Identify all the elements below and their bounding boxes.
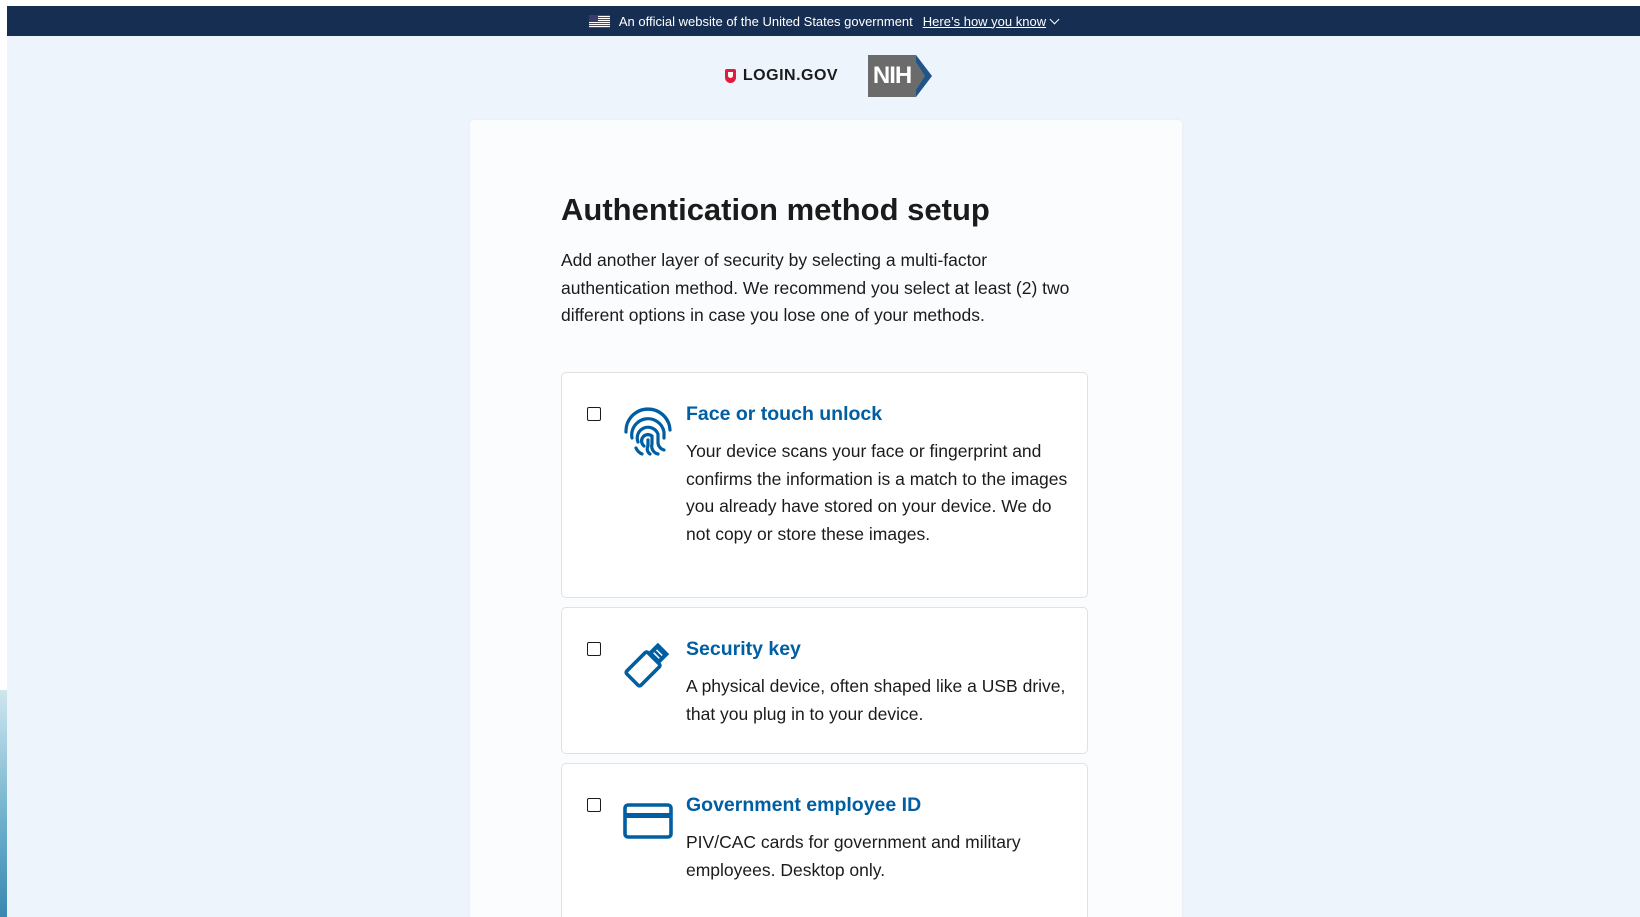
login-gov-logo-text: LOGIN.GOV <box>742 67 839 84</box>
option-description: Your device scans your face or fingerpri… <box>686 441 1068 544</box>
option-face-or-touch-unlock[interactable]: Face or touch unlock Your device scans y… <box>561 372 1088 598</box>
header-logos: LOGIN.GOV NIH <box>7 54 1640 98</box>
security-key-checkbox[interactable] <box>587 642 601 656</box>
login-gov-logo[interactable]: LOGIN.GOV <box>724 67 839 85</box>
gov-banner-text: An official website of the United States… <box>618 13 913 29</box>
main-card: Authentication method setup Add another … <box>470 120 1182 917</box>
gov-banner: An official website of the United States… <box>7 6 1640 36</box>
option-title[interactable]: Government employee ID <box>686 794 921 817</box>
face-touch-checkbox[interactable] <box>587 407 601 421</box>
option-description: A physical device, often shaped like a U… <box>686 676 1066 724</box>
nih-chevron-icon <box>916 55 933 97</box>
us-flag-icon <box>588 14 610 28</box>
id-card-icon <box>623 803 673 839</box>
option-description: PIV/CAC cards for government and militar… <box>686 832 1021 880</box>
nih-logo: NIH <box>868 55 933 97</box>
page-title: Authentication method setup <box>561 192 990 227</box>
option-security-key[interactable]: Security key A physical device, often sh… <box>561 607 1088 754</box>
chevron-down-icon[interactable] <box>1049 14 1060 24</box>
government-id-checkbox[interactable] <box>587 798 601 812</box>
option-title[interactable]: Security key <box>686 638 801 661</box>
fingerprint-icon <box>624 407 672 456</box>
heres-how-you-know-link[interactable]: Here’s how you know <box>923 14 1046 29</box>
option-title[interactable]: Face or touch unlock <box>686 403 882 426</box>
shield-icon <box>724 69 736 83</box>
page-intro: Add another layer of security by selecti… <box>561 250 1070 325</box>
option-government-employee-id[interactable]: Government employee ID PIV/CAC cards for… <box>561 763 1088 917</box>
window-edge <box>0 690 7 917</box>
security-key-icon <box>624 642 670 688</box>
nih-logo-text: NIH <box>868 55 917 97</box>
browser-viewport: An official website of the United States… <box>7 6 1640 917</box>
